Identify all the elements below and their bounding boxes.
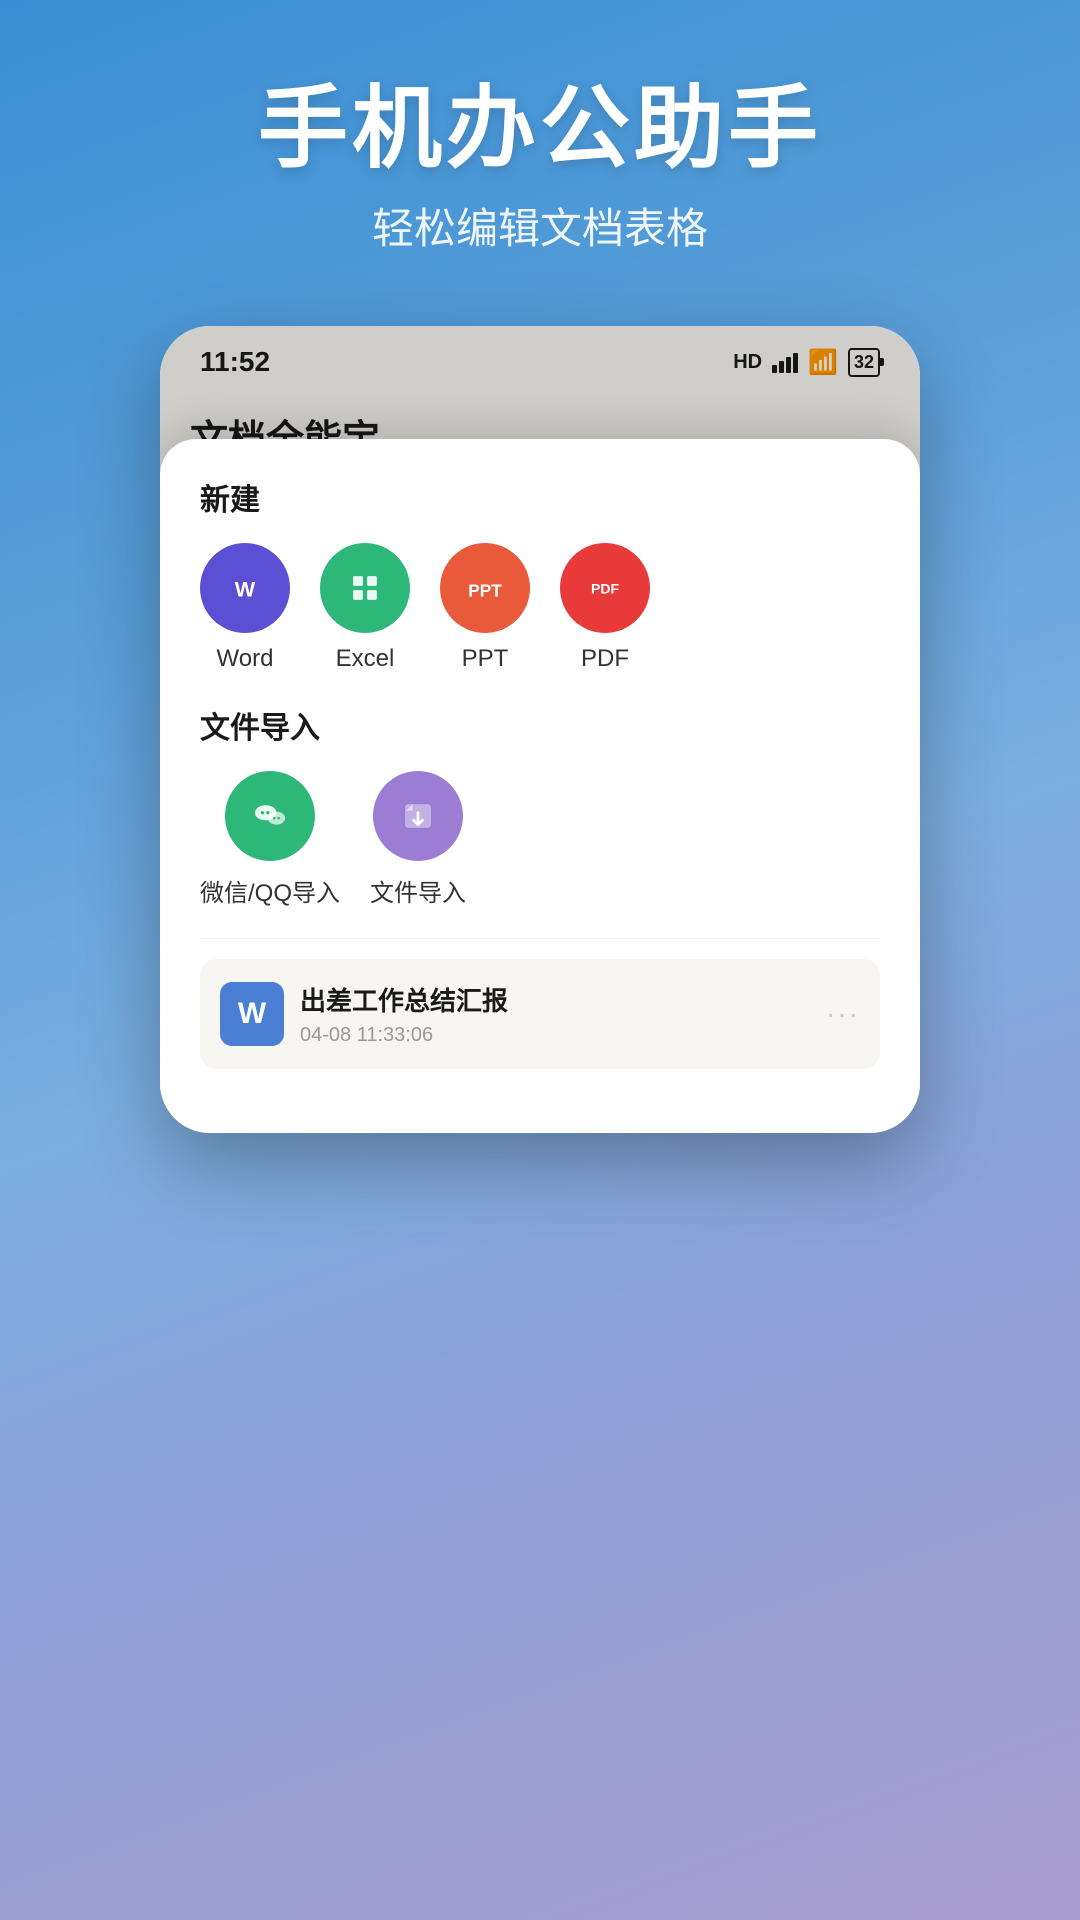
doc-item-behind[interactable]: W 出差工作总结汇报 04-08 11:33:06 ···: [200, 959, 880, 1069]
popup-panel: 新建 W Word: [160, 439, 920, 1133]
popup-excel[interactable]: Excel: [320, 543, 410, 673]
popup-file-import[interactable]: 文件导入: [370, 771, 466, 908]
word-icon: W: [200, 543, 290, 633]
popup-ppt[interactable]: PPT PPT: [440, 543, 530, 673]
doc-date-behind: 04-08 11:33:06: [300, 1024, 810, 1047]
popup-word[interactable]: W Word: [200, 543, 290, 673]
app-subtitle: 轻松编辑文档表格: [60, 195, 1020, 256]
ppt-label: PPT: [462, 645, 509, 673]
excel-label: Excel: [336, 645, 395, 673]
popup-new-section: 新建 W Word: [200, 475, 880, 673]
popup-import-items: 微信/QQ导入 文件导入: [200, 771, 880, 908]
popup-import-title: 文件导入: [200, 703, 880, 747]
app-header: 手机办公助手 轻松编辑文档表格: [0, 0, 1080, 296]
popup-new-items: W Word: [200, 543, 880, 673]
doc-info-behind: 出差工作总结汇报 04-08 11:33:06: [300, 981, 810, 1047]
excel-icon: [320, 543, 410, 633]
pdf-label: PDF: [581, 645, 629, 673]
word-label: Word: [217, 645, 274, 673]
phone-mockup: 11:52 HD 📶 32 文档全能宝: [160, 326, 920, 1133]
behind-doc: W 出差工作总结汇报 04-08 11:33:06 ···: [200, 938, 880, 1069]
popup-wechat[interactable]: 微信/QQ导入: [200, 771, 340, 908]
popup-pdf[interactable]: PDF PDF: [560, 543, 650, 673]
doc-name-behind: 出差工作总结汇报: [300, 981, 810, 1018]
popup-import-section: 文件导入 微信/QQ导入: [200, 703, 880, 908]
file-import-label: 文件导入: [370, 873, 466, 908]
svg-text:PPT: PPT: [468, 581, 502, 601]
doc-icon-behind: W: [220, 982, 284, 1046]
doc-more-behind[interactable]: ···: [826, 998, 860, 1030]
pdf-icon: PDF: [560, 543, 650, 633]
popup-new-title: 新建: [200, 475, 880, 519]
svg-text:W: W: [235, 577, 256, 602]
wechat-icon: [225, 771, 315, 861]
svg-text:PDF: PDF: [591, 580, 619, 596]
ppt-icon: PPT: [440, 543, 530, 633]
wechat-label: 微信/QQ导入: [200, 873, 340, 908]
app-title: 手机办公助手: [60, 80, 1020, 179]
file-import-icon: [373, 771, 463, 861]
